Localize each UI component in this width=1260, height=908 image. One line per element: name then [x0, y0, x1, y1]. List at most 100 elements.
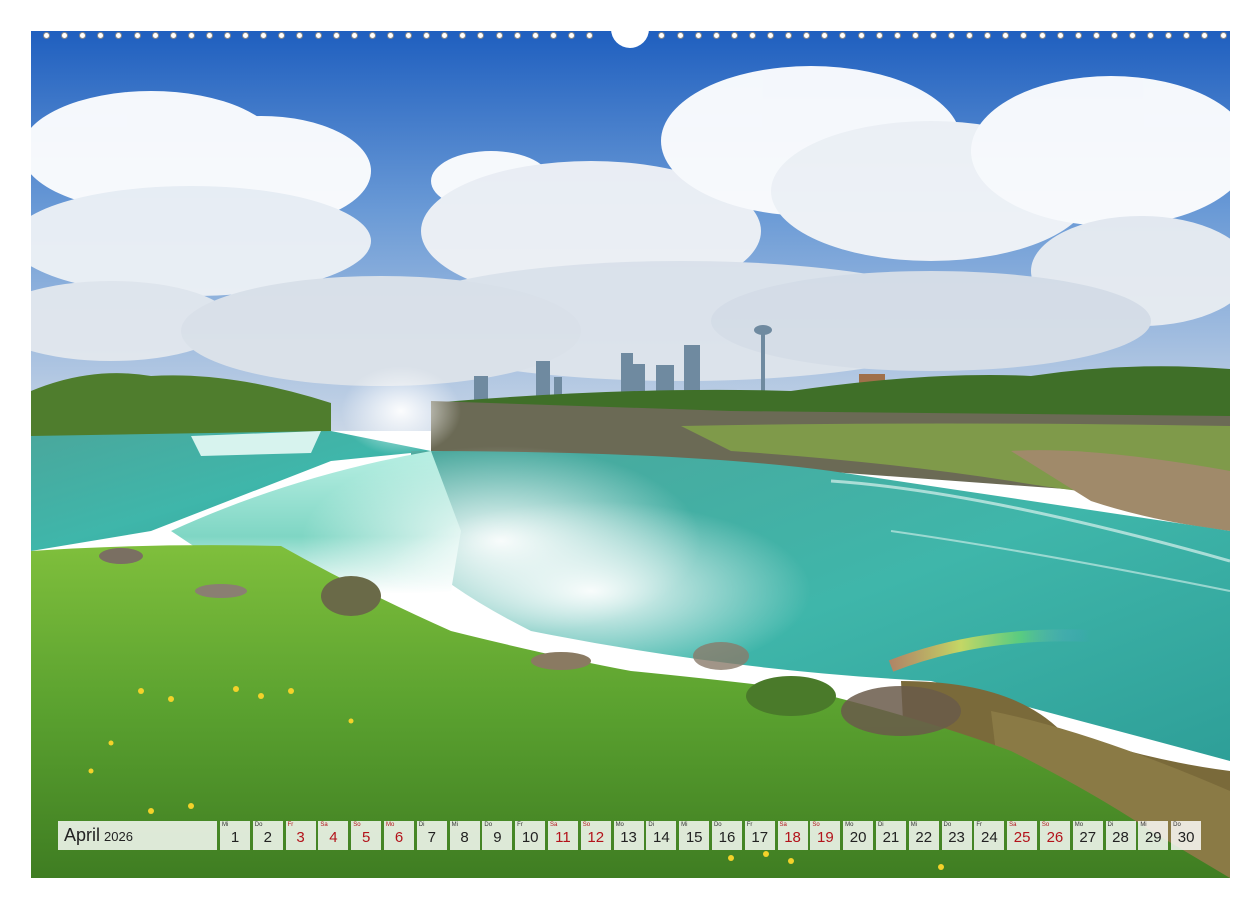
- day-cell: Di 28: [1105, 821, 1136, 850]
- weekday-abbrev: Di: [418, 822, 425, 828]
- weekday-abbrev: Di: [877, 822, 884, 828]
- day-number: 14: [653, 829, 670, 846]
- day-cell: Fr 17: [744, 821, 775, 850]
- day-number: 5: [362, 829, 371, 846]
- day-cell: Fr 3: [285, 821, 316, 850]
- day-number: 15: [685, 829, 703, 846]
- binding-hole: [984, 32, 991, 39]
- binding-hole: [97, 32, 104, 39]
- binding-hole: [152, 32, 159, 39]
- binding-hole: [767, 32, 774, 39]
- day-cell: Sa 11: [547, 821, 578, 850]
- binding-hole: [1039, 32, 1046, 39]
- binding-hole: [930, 32, 937, 39]
- month-name: April: [64, 825, 101, 845]
- binding-hole: [1020, 32, 1027, 39]
- day-number: 11: [555, 829, 571, 846]
- weekday-abbrev: So: [1041, 822, 1050, 828]
- weekday-abbrev: Mi: [910, 822, 918, 828]
- day-number: 19: [817, 829, 834, 846]
- day-number: 29: [1144, 829, 1162, 846]
- day-number: 27: [1079, 829, 1097, 846]
- day-number: 17: [751, 829, 769, 846]
- day-cell: Mi 22: [908, 821, 939, 850]
- day-cell: Mi 29: [1138, 821, 1169, 850]
- day-cell: Mi 15: [679, 821, 710, 850]
- day-cell: Do 2: [252, 821, 283, 850]
- day-cell: So 5: [351, 821, 382, 850]
- binding-hole: [206, 32, 213, 39]
- day-cell: So 12: [580, 821, 611, 850]
- weekday-abbrev: Do: [1173, 822, 1181, 828]
- binding-hole: [188, 32, 195, 39]
- weekday-abbrev: Mi: [451, 822, 458, 828]
- binding-hole: [677, 32, 684, 39]
- weekday-abbrev: Mi: [222, 822, 229, 828]
- binding-hole: [1147, 32, 1154, 39]
- binding-hole: [912, 32, 919, 39]
- binding-hole: [278, 32, 285, 39]
- niagara-falls-photo: [31, 31, 1230, 878]
- binding-hole: [405, 32, 412, 39]
- day-cell: Fr 10: [515, 821, 546, 850]
- weekday-abbrev: Fr: [517, 822, 523, 828]
- binding-hole: [966, 32, 973, 39]
- day-number: 21: [882, 829, 900, 846]
- binding-hole: [369, 32, 376, 39]
- day-number: 24: [980, 829, 998, 846]
- day-number: 10: [521, 829, 539, 846]
- binding-hole: [731, 32, 738, 39]
- day-number: 7: [427, 829, 436, 846]
- day-cell: Do 23: [941, 821, 972, 850]
- day-cell: Mi 8: [449, 821, 480, 850]
- weekday-abbrev: Mo: [385, 822, 395, 828]
- weekday-abbrev: Mo: [615, 822, 624, 828]
- binding-hole: [1220, 32, 1227, 39]
- binding-hole: [296, 32, 303, 39]
- weekday-abbrev: Fr: [287, 822, 294, 828]
- binding-hole: [315, 32, 322, 39]
- binding-hole: [1165, 32, 1172, 39]
- day-number: 25: [1013, 829, 1031, 846]
- weekday-abbrev: Do: [713, 822, 722, 828]
- day-cell: So 26: [1039, 821, 1070, 850]
- day-cell: Mo 27: [1072, 821, 1103, 850]
- weekday-abbrev: Fr: [976, 822, 982, 828]
- day-cell: Mo 20: [843, 821, 874, 850]
- weekday-abbrev: Di: [1107, 822, 1114, 828]
- day-cell: Di 21: [875, 821, 906, 850]
- day-number: 12: [587, 829, 605, 846]
- day-cell: Fr 24: [974, 821, 1005, 850]
- weekday-abbrev: So: [582, 822, 591, 828]
- binding-hole: [1183, 32, 1190, 39]
- day-cell: Do 16: [711, 821, 742, 850]
- day-number: 9: [493, 829, 502, 846]
- weekday-abbrev: Fr: [746, 822, 753, 828]
- binding-hole: [785, 32, 792, 39]
- day-number: 1: [230, 829, 240, 846]
- day-cell: Mo 6: [383, 821, 414, 850]
- binding-hole: [441, 32, 448, 39]
- binding-hole: [1111, 32, 1118, 39]
- day-number: 20: [849, 829, 867, 846]
- day-number: 13: [620, 829, 637, 846]
- binding-hole: [61, 32, 68, 39]
- weekday-abbrev: Mi: [681, 822, 688, 828]
- binding-hole: [876, 32, 883, 39]
- day-cell: Do 30: [1171, 821, 1202, 850]
- weekday-abbrev: So: [353, 822, 361, 828]
- binding-hole: [115, 32, 122, 39]
- binding-hole: [695, 32, 702, 39]
- binding-hole: [568, 32, 575, 39]
- weekday-abbrev: Di: [648, 822, 655, 828]
- binding-hole: [351, 32, 358, 39]
- binding-hole: [1075, 32, 1082, 39]
- day-number: 8: [460, 829, 469, 846]
- calendar-strip: April 2026 Mi 1 Do 2 Fr 3 Sa 4 So 5 Mo 6 Di 7 Mi 8 Do 9 Fr…: [58, 821, 1204, 850]
- binding-hole: [79, 32, 86, 39]
- weekday-abbrev: Mo: [845, 822, 854, 828]
- day-cell: Sa 4: [318, 821, 349, 850]
- binding-hole: [586, 32, 593, 39]
- day-number: 26: [1046, 829, 1064, 846]
- binding-hole: [423, 32, 430, 39]
